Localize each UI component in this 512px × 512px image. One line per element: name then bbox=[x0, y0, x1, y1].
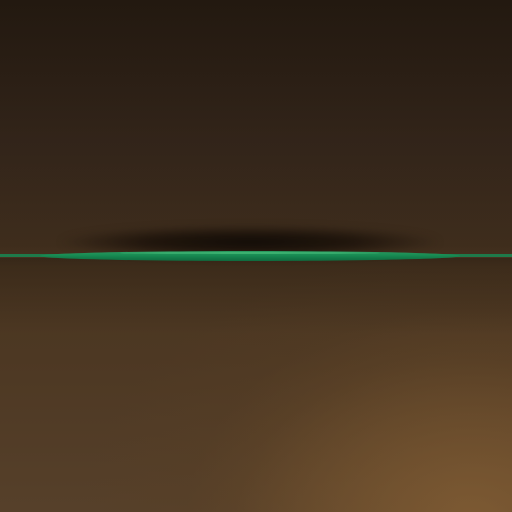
scene-canvas bbox=[0, 0, 512, 512]
green-line-highlight bbox=[120, 252, 380, 254]
upper-wall bbox=[0, 0, 512, 256]
floor-plane bbox=[0, 258, 512, 512]
